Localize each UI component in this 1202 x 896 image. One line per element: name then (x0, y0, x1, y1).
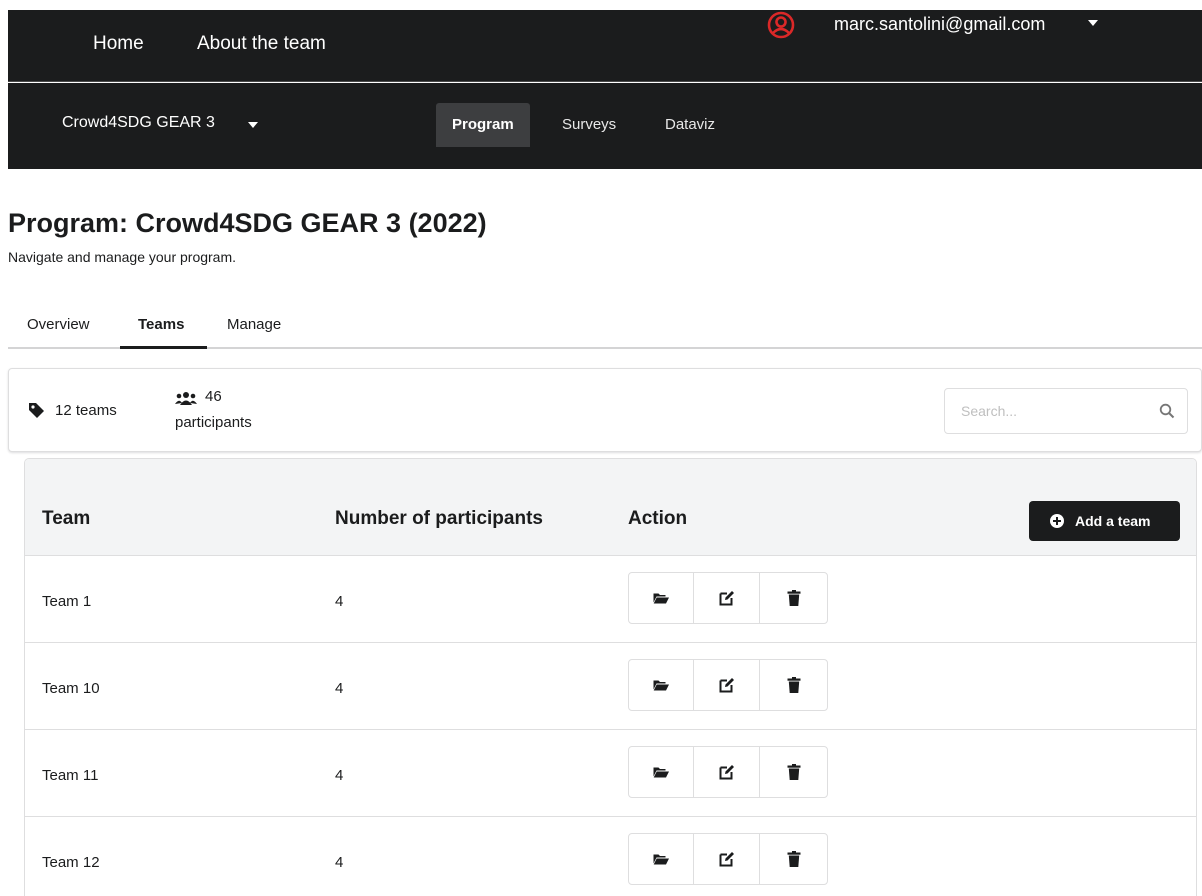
column-header-participants[interactable]: Number of participants (335, 508, 543, 530)
open-team-button[interactable] (629, 573, 694, 623)
edit-team-button[interactable] (694, 573, 760, 623)
table-header: Team Number of participants Action Add a… (25, 459, 1196, 556)
program-select-dropdown[interactable]: Crowd4SDG GEAR 3 (62, 114, 215, 132)
trash-icon (787, 677, 800, 693)
teams-count: 12 teams (55, 402, 117, 419)
edit-team-button[interactable] (694, 660, 760, 710)
search-input[interactable] (945, 389, 1145, 433)
column-header-team[interactable]: Team (42, 508, 90, 530)
nav-about-link[interactable]: About the team (197, 33, 326, 55)
open-team-button[interactable] (629, 747, 694, 797)
table-row: Team 1 4 (25, 556, 1196, 643)
folder-open-icon (653, 593, 669, 604)
team-name: Team 10 (42, 680, 100, 697)
participants-value: 4 (335, 593, 344, 610)
participants-label: participants (175, 414, 252, 431)
table-row: Team 11 4 (25, 730, 1196, 817)
edit-team-button[interactable] (694, 834, 760, 884)
stats-bar: 12 teams 46 participants (8, 368, 1202, 452)
teams-table: Team Number of participants Action Add a… (24, 458, 1197, 896)
add-team-button[interactable]: Add a team (1029, 501, 1180, 541)
trash-icon (787, 590, 800, 606)
delete-team-button[interactable] (760, 660, 827, 710)
add-team-label: Add a team (1075, 513, 1151, 529)
team-name: Team 11 (42, 767, 99, 784)
delete-team-button[interactable] (760, 834, 827, 884)
tab-manage[interactable]: Manage (227, 316, 281, 333)
folder-open-icon (653, 854, 669, 865)
row-actions (628, 659, 828, 711)
participants-value: 4 (335, 854, 344, 871)
edit-icon (719, 765, 734, 780)
delete-team-button[interactable] (760, 747, 827, 797)
participants-count: 46 (205, 388, 222, 405)
nav-home-link[interactable]: Home (93, 33, 144, 55)
open-team-button[interactable] (629, 660, 694, 710)
caret-down-icon[interactable] (1088, 20, 1098, 26)
folder-open-icon (653, 767, 669, 778)
delete-team-button[interactable] (760, 573, 827, 623)
trash-icon (787, 851, 800, 867)
folder-open-icon (653, 680, 669, 691)
program-navbar: Crowd4SDG GEAR 3 Program Surveys Dataviz (8, 83, 1202, 169)
edit-icon (719, 591, 734, 606)
search-icon[interactable] (1159, 403, 1175, 419)
table-row: Team 12 4 (25, 817, 1196, 896)
active-tab-indicator (120, 346, 207, 349)
subtab-dataviz[interactable]: Dataviz (665, 103, 715, 147)
subtab-program[interactable]: Program (436, 103, 530, 147)
column-header-action: Action (628, 508, 688, 529)
row-actions (628, 746, 828, 798)
edit-icon (719, 678, 734, 693)
team-name: Team 1 (42, 593, 92, 610)
program-tabs: Overview Teams Manage (8, 305, 1202, 349)
search-box (944, 388, 1188, 434)
participants-value: 4 (335, 680, 344, 697)
tag-icon (29, 403, 44, 418)
page-title: Program: Crowd4SDG GEAR 3 (2022) (8, 208, 487, 238)
user-email-dropdown[interactable]: marc.santolini@gmail.com (834, 14, 1045, 35)
caret-down-icon[interactable] (248, 122, 258, 128)
top-navbar: Home About the team marc.santolini@gmail… (8, 10, 1202, 82)
users-icon (175, 392, 197, 405)
subtab-surveys[interactable]: Surveys (562, 103, 616, 147)
open-team-button[interactable] (629, 834, 694, 884)
table-row: Team 10 4 (25, 643, 1196, 730)
row-actions (628, 833, 828, 885)
team-name: Team 12 (42, 854, 100, 871)
plus-circle-icon (1050, 514, 1064, 528)
edit-icon (719, 852, 734, 867)
tab-overview[interactable]: Overview (27, 316, 90, 333)
edit-team-button[interactable] (694, 747, 760, 797)
participants-value: 4 (335, 767, 344, 784)
page-subtitle: Navigate and manage your program. (8, 249, 237, 265)
trash-icon (787, 764, 800, 780)
user-circle-icon[interactable] (766, 10, 796, 40)
tab-teams[interactable]: Teams (138, 316, 184, 333)
row-actions (628, 572, 828, 624)
